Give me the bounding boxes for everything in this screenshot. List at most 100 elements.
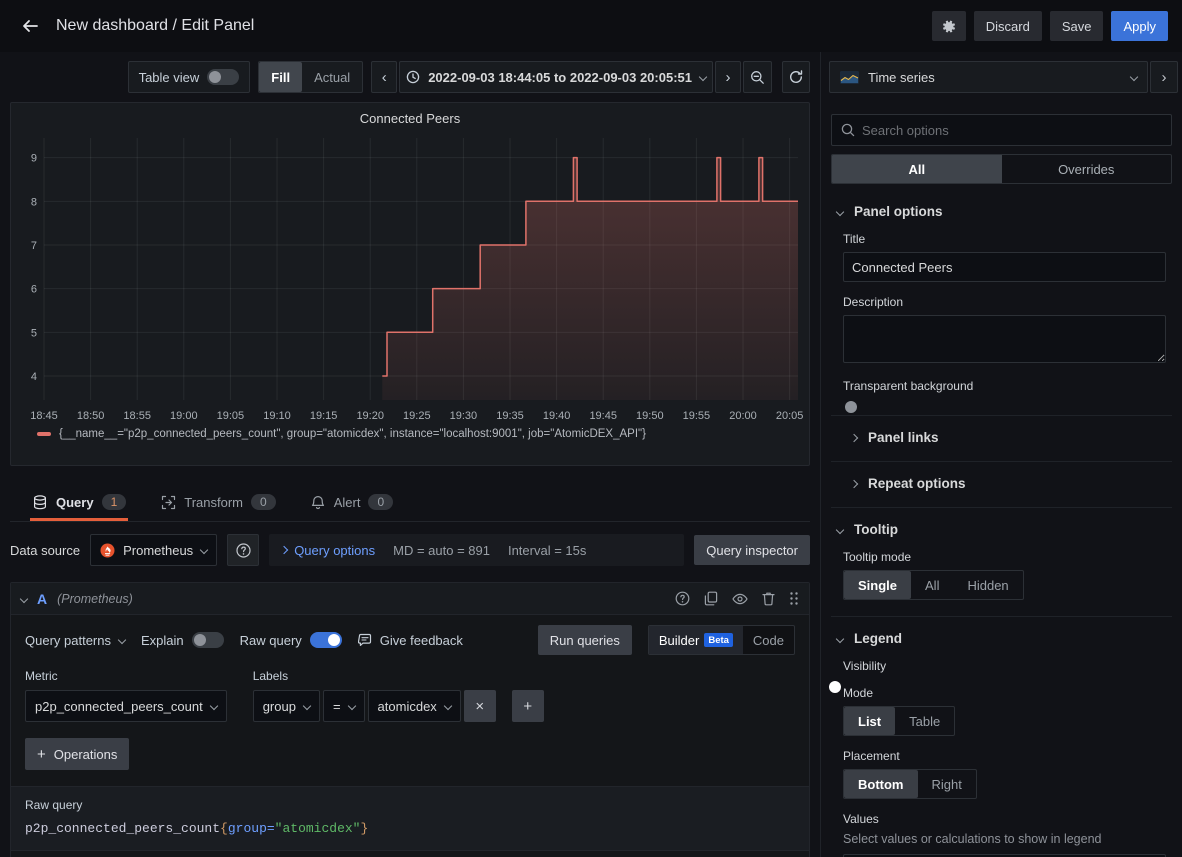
query-help-button[interactable] [675,591,690,606]
query-header-actions [675,591,799,606]
time-range-forward-button[interactable]: › [715,61,741,93]
label-value-value: atomicdex [378,699,437,714]
label-operator-select[interactable]: = [323,690,365,722]
gear-icon [941,19,956,34]
panel-title: Connected Peers [11,103,809,128]
tooltip-all-button[interactable]: All [911,571,953,599]
tab-alert[interactable]: Alert 0 [308,494,395,521]
tooltip-single-button[interactable]: Single [844,571,911,599]
raw-query-control: Raw query [240,632,342,648]
builder-mode-button[interactable]: Builder Beta [649,626,743,654]
toggle-knob [194,634,206,646]
collapse-query-icon[interactable] [20,594,28,602]
legend-placement-bottom-button[interactable]: Bottom [844,770,918,798]
raw-query-brace: } [361,821,369,836]
table-view-toggle[interactable] [207,69,239,85]
query-options-toggle[interactable]: Query options [281,543,375,558]
options-sidebar: Time series › All Overrides [820,52,1182,857]
operations-label: Operations [54,747,118,762]
explain-label: Explain [141,633,184,648]
add-label-filter-button[interactable]: + [512,690,544,722]
remove-label-filter-button[interactable]: × [464,690,496,722]
svg-text:4: 4 [31,371,37,383]
tab-overrides[interactable]: Overrides [1002,155,1172,183]
duplicate-query-button[interactable] [704,591,718,606]
raw-query-toggle[interactable] [310,632,342,648]
time-range-button[interactable]: 2022-09-03 18:44:05 to 2022-09-03 20:05:… [399,61,713,93]
datasource-picker[interactable]: Prometheus [90,534,217,566]
panel-options-header[interactable]: Panel options [837,204,1166,219]
tab-transform[interactable]: Transform 0 [158,494,277,521]
svg-text:20:00: 20:00 [729,410,757,422]
query-patterns-dropdown[interactable]: Query patterns [25,633,125,648]
legend-mode-group: List Table [843,706,955,736]
panel-options-heading: Panel options [854,204,943,219]
tooltip-hidden-button[interactable]: Hidden [953,571,1022,599]
viz-type-value: Time series [868,70,935,85]
actual-button[interactable]: Actual [302,62,362,92]
refresh-button[interactable] [782,61,810,93]
legend-series-swatch[interactable] [37,432,51,436]
timeseries-chart[interactable]: 18:4518:5018:5519:0019:0519:1019:1519:20… [14,128,806,426]
legend-mode-list-button[interactable]: List [844,707,895,735]
label-name-select[interactable]: group [253,690,320,722]
time-range-text: 2022-09-03 18:44:05 to 2022-09-03 20:05:… [428,70,692,85]
legend-placement-right-button[interactable]: Right [918,770,976,798]
query-options-bar: Query options MD = auto = 891 Interval =… [269,534,684,566]
viz-type-select[interactable]: Time series [829,61,1148,93]
hide-query-button[interactable] [732,593,748,605]
legend-series-name[interactable]: {__name__="p2p_connected_peers_count", g… [59,428,646,440]
apply-button[interactable]: Apply [1111,11,1168,41]
drag-handle[interactable] [789,591,799,606]
metric-select[interactable]: p2p_connected_peers_count [25,690,227,722]
top-bar-actions: Discard Save Apply [932,11,1168,41]
discard-button[interactable]: Discard [974,11,1042,41]
query-editor-card: A (Prometheus) Query patterns [10,582,810,857]
save-button[interactable]: Save [1050,11,1104,41]
legend-header[interactable]: Legend [837,631,1166,646]
panel-links-header[interactable]: Panel links [851,430,1166,445]
transform-count-badge: 0 [251,494,276,510]
panel-resize-handle[interactable] [10,466,810,486]
legend-mode-table-button[interactable]: Table [895,707,954,735]
run-queries-button[interactable]: Run queries [538,625,632,655]
legend-values-description: Select values or calculations to show in… [843,832,1166,846]
panel-settings-button[interactable] [932,11,966,41]
label-value-select[interactable]: atomicdex [368,690,461,722]
fill-button[interactable]: Fill [259,62,302,92]
search-options-input[interactable] [862,123,1162,138]
tab-alert-label: Alert [334,495,361,510]
tab-query[interactable]: Query 1 [30,494,128,521]
svg-text:18:50: 18:50 [77,410,105,422]
give-feedback-link[interactable]: Give feedback [358,633,463,648]
chevron-down-icon [836,634,844,642]
query-inspector-button[interactable]: Query inspector [694,535,810,565]
panel-description-input[interactable] [843,315,1166,363]
add-operations-button[interactable]: + Operations [25,738,129,770]
zoom-out-button[interactable] [743,61,772,93]
query-datasource-hint: (Prometheus) [57,592,133,606]
chevron-down-icon [200,546,208,554]
back-button[interactable] [14,10,46,42]
chevron-right-icon [280,546,288,554]
alert-count-badge: 0 [368,494,393,510]
tab-all-options[interactable]: All [832,155,1002,183]
legend-placement-field: Placement Bottom Right [843,749,1166,799]
metric-field: Metric p2p_connected_peers_count [25,669,227,722]
raw-query-toggle-label: Raw query [240,633,302,648]
builder-code-switch: Builder Beta Code [648,625,795,655]
content: Table view Fill Actual ‹ 2022-09-03 18:4… [0,52,1182,857]
code-mode-button[interactable]: Code [743,626,794,654]
query-header-row[interactable]: A (Prometheus) [11,583,809,615]
visualization-panel: Connected Peers 18:4518:5018:5519:0019:0… [10,102,810,466]
time-range-back-button[interactable]: ‹ [371,61,397,93]
repeat-options-header[interactable]: Repeat options [851,476,1166,491]
remove-query-button[interactable] [762,591,775,606]
tooltip-header[interactable]: Tooltip [837,522,1166,537]
legend-placement-label: Placement [843,749,1166,763]
viz-suggestions-button[interactable]: › [1150,61,1178,93]
explain-toggle[interactable] [192,632,224,648]
datasource-help-button[interactable] [227,534,259,566]
panel-title-input[interactable] [843,252,1166,282]
svg-text:19:25: 19:25 [403,410,431,422]
